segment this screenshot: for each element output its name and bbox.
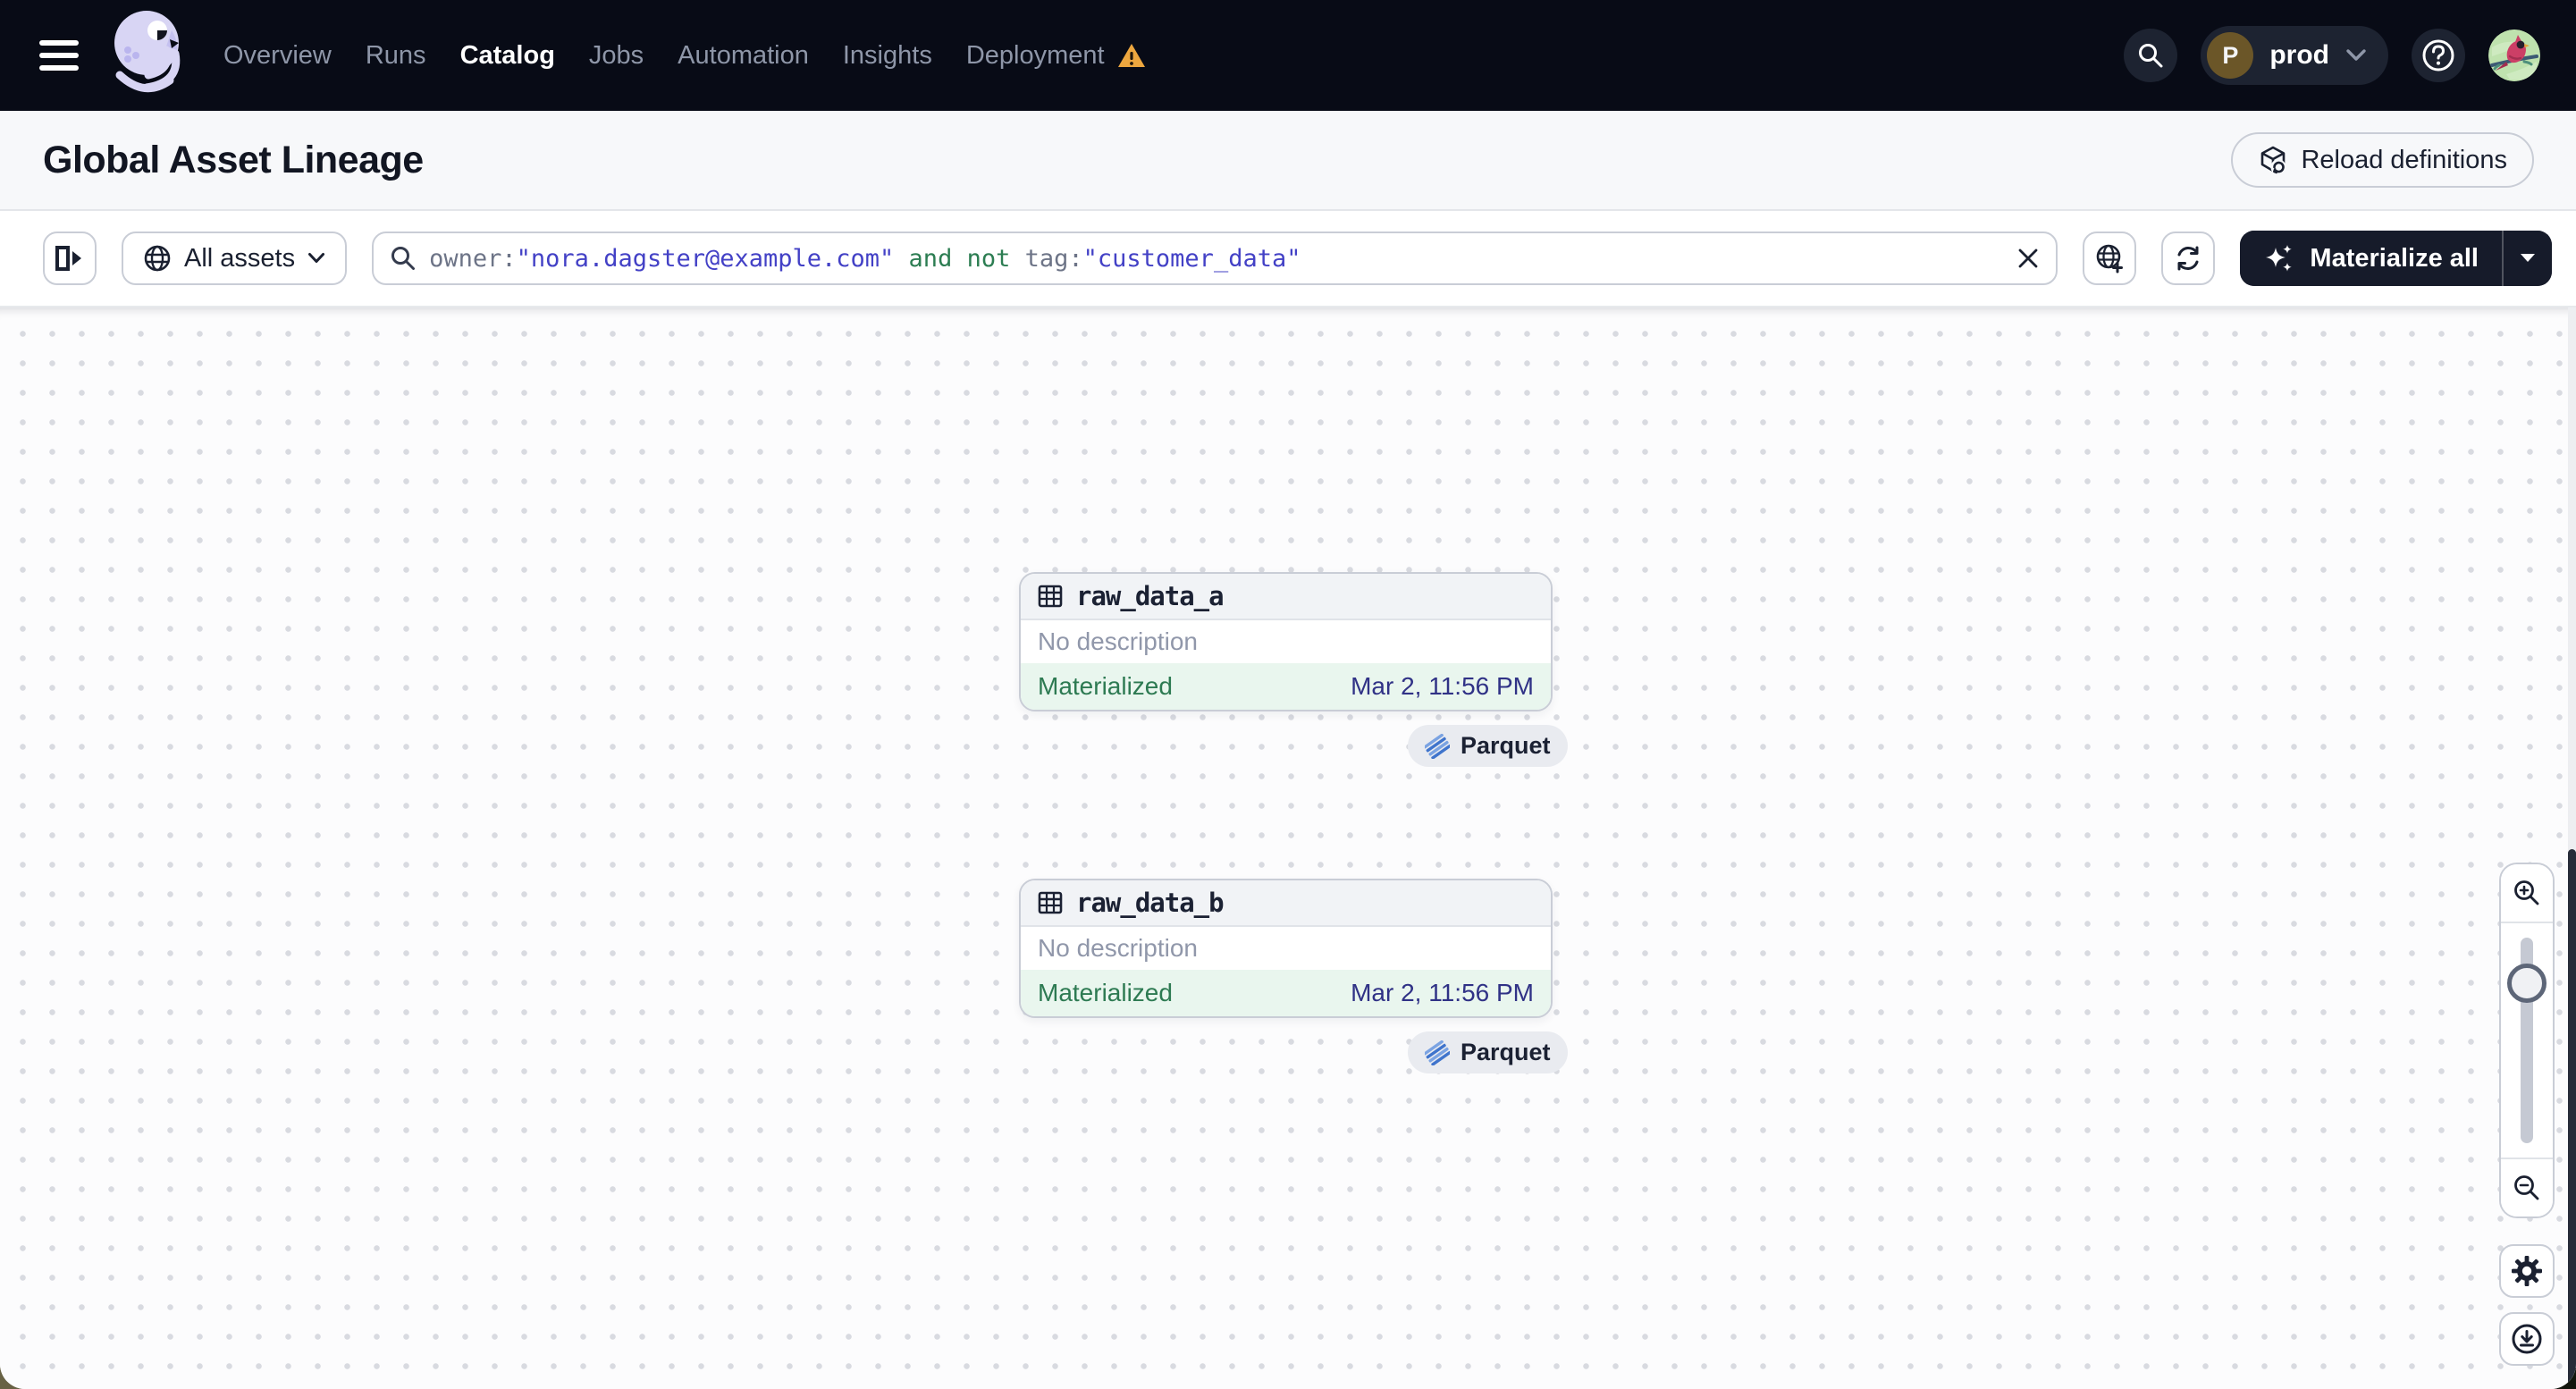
query-key-owner: owner: xyxy=(429,244,517,273)
sparkles-icon xyxy=(2266,245,2293,272)
nav-item-automation[interactable]: Automation xyxy=(678,41,809,71)
nav-item-insights[interactable]: Insights xyxy=(843,41,932,71)
user-avatar[interactable] xyxy=(2488,29,2540,81)
globe-add-icon xyxy=(2097,244,2124,274)
help-button[interactable] xyxy=(2412,29,2465,82)
zoom-in-icon xyxy=(2514,880,2539,905)
zoom-slider-thumb[interactable] xyxy=(2507,964,2547,1003)
deployment-initial-badge: P xyxy=(2207,32,2254,79)
asset-materialization-time[interactable]: Mar 2, 11:56 PM xyxy=(1351,979,1534,1007)
warning-icon xyxy=(1117,44,1145,67)
asset-name: raw_data_b xyxy=(1076,888,1225,918)
asset-node-header: raw_data_b xyxy=(1021,880,1551,927)
search-icon xyxy=(2139,44,2163,68)
nav-item-catalog[interactable]: Catalog xyxy=(460,41,555,71)
reload-definitions-button[interactable]: Reload definitions xyxy=(2231,132,2534,188)
lineage-graph-canvas[interactable]: raw_data_a No description Materialized M… xyxy=(0,307,2576,1389)
asset-node-header: raw_data_a xyxy=(1021,574,1551,620)
cardinal-avatar-image xyxy=(2488,29,2540,81)
download-icon xyxy=(2512,1324,2542,1354)
reload-definitions-label: Reload definitions xyxy=(2301,145,2507,174)
close-icon xyxy=(2019,248,2038,268)
asset-status-row: Materialized Mar 2, 11:56 PM xyxy=(1021,663,1551,710)
clear-filter-button[interactable] xyxy=(2016,247,2040,270)
add-external-source-button[interactable] xyxy=(2083,232,2137,285)
asset-description: No description xyxy=(1021,927,1551,970)
gear-icon xyxy=(2512,1256,2542,1286)
nav-item-jobs[interactable]: Jobs xyxy=(589,41,644,71)
search-icon xyxy=(391,247,416,270)
asset-filter-query[interactable]: owner:"nora.dagster@example.com" and not… xyxy=(429,245,2004,273)
storage-kind-label: Parquet xyxy=(1461,732,1551,759)
nav-item-deployment[interactable]: Deployment xyxy=(966,41,1146,71)
asset-scope-dropdown[interactable]: All assets xyxy=(122,232,348,285)
storage-kind-badge-parquet[interactable]: Parquet xyxy=(1408,725,1568,767)
page-title: Global Asset Lineage xyxy=(43,138,424,181)
lineage-toolbar: All assets owner:"nora.dagster@example.c… xyxy=(0,211,2576,307)
zoom-control-panel xyxy=(2499,863,2555,1218)
parquet-icon xyxy=(1425,1040,1450,1065)
help-icon xyxy=(2422,39,2454,72)
vertical-scrollbar-thumb[interactable] xyxy=(2568,849,2576,1389)
app-window: Overview Runs Catalog Jobs Automation In… xyxy=(0,0,2576,1389)
materialize-all-button[interactable]: Materialize all xyxy=(2240,231,2502,286)
asset-scope-label: All assets xyxy=(184,243,296,273)
topbar-right-cluster: P prod xyxy=(2124,26,2540,85)
nav-item-deployment-label: Deployment xyxy=(965,40,1105,70)
vertical-scrollbar-track[interactable] xyxy=(2568,307,2576,1389)
zoom-in-button[interactable] xyxy=(2501,864,2553,922)
primary-nav: Overview Runs Catalog Jobs Automation In… xyxy=(223,41,1146,71)
refresh-graph-button[interactable] xyxy=(2161,232,2216,285)
global-search-button[interactable] xyxy=(2124,29,2178,82)
asset-description: No description xyxy=(1021,620,1551,663)
query-operator: and not xyxy=(894,244,1025,273)
caret-down-icon xyxy=(2521,254,2535,262)
table-icon xyxy=(1038,891,1063,914)
page-header: Global Asset Lineage Reload definitions xyxy=(0,111,2576,211)
deployment-switcher[interactable]: P prod xyxy=(2201,26,2388,85)
asset-status: Materialized xyxy=(1038,979,1173,1006)
refresh-icon xyxy=(2177,246,2199,271)
query-value-tag: "customer_data" xyxy=(1082,244,1301,273)
deployment-name: prod xyxy=(2269,40,2329,70)
asset-node-raw-data-a[interactable]: raw_data_a No description Materialized M… xyxy=(1019,572,1553,711)
table-icon xyxy=(1038,585,1063,608)
dagster-logo xyxy=(104,4,193,107)
panel-expand-icon xyxy=(55,246,81,271)
chevron-down-icon xyxy=(2346,49,2366,61)
graph-settings-button[interactable] xyxy=(2499,1244,2555,1298)
reload-definitions-icon xyxy=(2261,146,2287,175)
top-navigation-bar: Overview Runs Catalog Jobs Automation In… xyxy=(0,0,2576,111)
dagster-octopus-icon xyxy=(114,11,181,93)
query-value-owner: "nora.dagster@example.com" xyxy=(516,244,895,273)
materialize-split-button: Materialize all xyxy=(2240,231,2552,286)
query-key-tag: tag: xyxy=(1024,244,1083,273)
nav-item-runs[interactable]: Runs xyxy=(366,41,426,71)
storage-kind-badge-parquet[interactable]: Parquet xyxy=(1408,1031,1568,1073)
open-asset-panel-button[interactable] xyxy=(43,232,97,285)
materialize-all-label: Materialize all xyxy=(2310,243,2479,273)
zoom-out-icon xyxy=(2514,1175,2539,1200)
zoom-out-button[interactable] xyxy=(2501,1159,2553,1216)
asset-name: raw_data_a xyxy=(1076,581,1225,611)
asset-filter-input[interactable]: owner:"nora.dagster@example.com" and not… xyxy=(372,232,2058,285)
asset-status: Materialized xyxy=(1038,672,1173,700)
chevron-down-icon xyxy=(308,253,325,263)
nav-item-overview[interactable]: Overview xyxy=(223,41,332,71)
hamburger-menu-button[interactable] xyxy=(39,40,79,71)
asset-materialization-time[interactable]: Mar 2, 11:56 PM xyxy=(1351,672,1534,701)
zoom-slider xyxy=(2501,922,2553,1159)
materialize-options-button[interactable] xyxy=(2502,231,2552,286)
asset-node-raw-data-b[interactable]: raw_data_b No description Materialized M… xyxy=(1019,879,1553,1018)
asset-status-row: Materialized Mar 2, 11:56 PM xyxy=(1021,970,1551,1016)
parquet-icon xyxy=(1425,733,1450,759)
download-graph-button[interactable] xyxy=(2499,1312,2555,1366)
globe-icon xyxy=(144,245,171,272)
storage-kind-label: Parquet xyxy=(1461,1039,1551,1065)
